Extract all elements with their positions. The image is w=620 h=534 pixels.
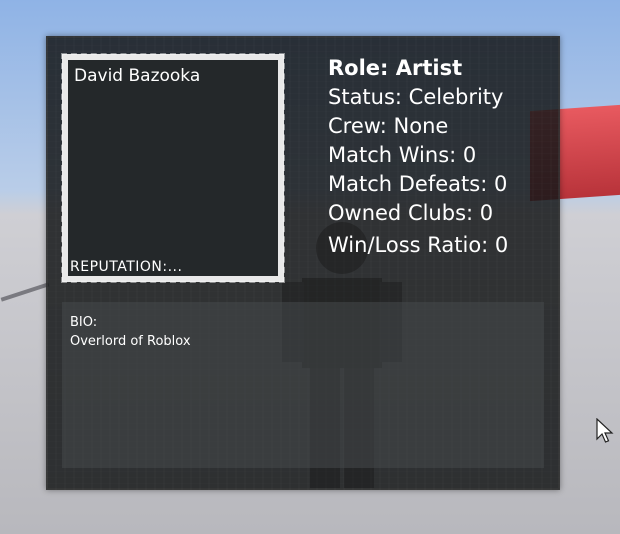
- stat-match-wins: Match Wins: 0: [328, 143, 477, 167]
- player-portrait: David Bazooka REPUTATION:...: [61, 53, 285, 283]
- stat-win-loss-ratio: Win/Loss Ratio: 0: [328, 233, 509, 257]
- stat-role: Role: Artist: [328, 56, 463, 80]
- player-card-panel: David Bazooka REPUTATION:... Role: Artis…: [46, 36, 560, 490]
- player-stats: Role: Artist Status: Celebrity Crew: Non…: [328, 54, 508, 260]
- stat-owned-clubs: Owned Clubs: 0: [328, 201, 494, 225]
- reputation-label: REPUTATION:...: [70, 259, 183, 275]
- stat-crew: Crew: None: [328, 114, 449, 138]
- background-ground-line: [0, 282, 50, 302]
- player-name: David Bazooka: [74, 66, 201, 86]
- bio-box: BIO: Overlord of Roblox: [62, 302, 544, 468]
- stat-status: Status: Celebrity: [328, 85, 504, 109]
- bio-label: BIO:: [70, 315, 98, 330]
- bio-text: Overlord of Roblox: [70, 334, 191, 349]
- stat-match-defeats: Match Defeats: 0: [328, 172, 508, 196]
